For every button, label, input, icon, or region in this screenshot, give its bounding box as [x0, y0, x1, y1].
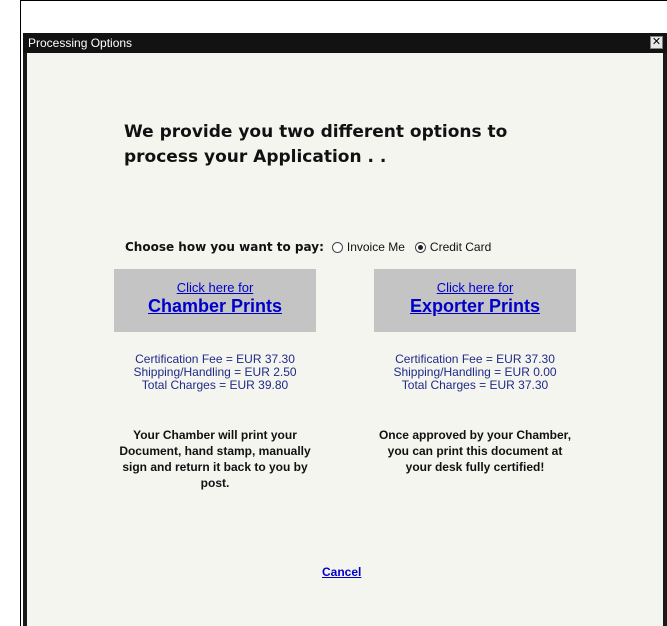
- close-icon: ✕: [651, 36, 662, 48]
- dialog-titlebar: Processing Options ✕: [23, 33, 667, 53]
- exporter-prints-link[interactable]: Exporter Prints: [374, 295, 576, 317]
- chamber-prints-button[interactable]: Click here for Chamber Prints: [114, 269, 316, 332]
- cancel-link[interactable]: Cancel: [322, 565, 361, 579]
- chamber-prints-link-small[interactable]: Click here for: [114, 280, 316, 295]
- dialog-title: Processing Options: [28, 36, 133, 50]
- credit-card-radio[interactable]: [414, 241, 426, 253]
- chamber-prints-link[interactable]: Chamber Prints: [114, 295, 316, 317]
- chamber-description: Your Chamber will print your Document, h…: [119, 428, 311, 490]
- invoice-me-label[interactable]: Invoice Me: [347, 240, 405, 254]
- exporter-total-charges: Total Charges = EUR 37.30: [401, 378, 549, 392]
- chamber-total-charges: Total Charges = EUR 39.80: [141, 378, 289, 392]
- page-heading: We provide you two different options to …: [124, 122, 508, 167]
- exporter-fees: Certification Fee = EUR 37.30 Shipping/H…: [374, 353, 576, 392]
- chamber-fees: Certification Fee = EUR 37.30 Shipping/H…: [114, 353, 316, 392]
- payment-label: Choose how you want to pay:: [125, 240, 324, 254]
- processing-options-dialog: Processing Options ✕ We provide you two …: [23, 33, 667, 626]
- credit-card-label[interactable]: Credit Card: [430, 240, 491, 254]
- invoice-me-radio[interactable]: [331, 241, 343, 253]
- exporter-description: Once approved by your Chamber, you can p…: [378, 428, 572, 474]
- payment-method-row: Choose how you want to pay: Invoice Me C…: [125, 240, 501, 254]
- dialog-content: We provide you two different options to …: [27, 53, 663, 626]
- exporter-prints-button[interactable]: Click here for Exporter Prints: [374, 269, 576, 332]
- exporter-prints-link-small[interactable]: Click here for: [374, 280, 576, 295]
- close-button[interactable]: ✕: [650, 36, 663, 49]
